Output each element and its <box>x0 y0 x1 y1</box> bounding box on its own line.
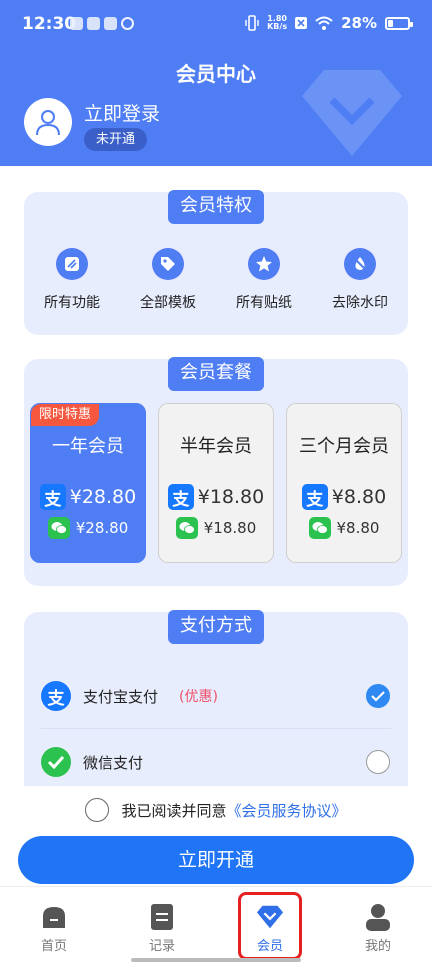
member-status-badge: 未开通 <box>84 128 148 151</box>
plan-card-half-year[interactable]: 半年会员 支 ¥18.80 ¥18.80 <box>158 403 274 563</box>
discount-hint: (优惠) <box>179 689 218 705</box>
alipay-icon: 支 <box>167 484 194 510</box>
login-link[interactable]: 立即登录 <box>84 99 160 126</box>
status-right: 1.80 KB/s 28% <box>245 14 413 32</box>
alipay-icon: 支 <box>41 681 71 711</box>
diamond-decoration-icon <box>302 70 402 156</box>
alipay-price: ¥18.80 <box>197 486 265 508</box>
wechat-price-row: ¥28.80 <box>31 517 145 539</box>
payment-option-alipay[interactable]: 支 支付宝支付 (优惠) <box>24 664 408 728</box>
agreement-link[interactable]: 《会员服务协议》 <box>227 800 347 821</box>
avatar[interactable] <box>24 98 72 146</box>
star-icon <box>248 248 280 280</box>
divider <box>41 728 391 729</box>
check-icon <box>371 691 385 702</box>
battery-percent: 28% <box>341 14 377 32</box>
header: 12:30 1.80 KB/s 28% 会员中心 立即登录 未开通 <box>0 0 432 166</box>
tab-label: 记录 <box>148 939 175 954</box>
payment-option-wechat[interactable]: 微信支付 <box>24 730 408 794</box>
tab-bar: 首页 记录 会员 我的 <box>0 886 432 964</box>
agreement-checkbox[interactable] <box>85 798 110 822</box>
wechat-price-row: ¥18.80 <box>159 517 273 539</box>
status-bar: 12:30 1.80 KB/s 28% <box>0 0 432 50</box>
tab-label: 首页 <box>40 939 67 954</box>
tag-icon <box>152 248 184 280</box>
alipay-price: ¥8.80 <box>331 486 387 508</box>
app-notification-icon <box>87 17 100 30</box>
member-tab-highlight <box>238 892 302 960</box>
wechat-icon <box>175 517 198 539</box>
plan-name: 三个月会员 <box>299 436 389 457</box>
privilege-label: 所有贴纸 <box>236 295 292 311</box>
tab-home[interactable]: 首页 <box>0 887 108 964</box>
alipay-price: ¥28.80 <box>69 486 137 508</box>
plan-name: 一年会员 <box>52 436 124 457</box>
privilege-item: 所有贴纸 <box>216 248 312 312</box>
privileges-title: 会员特权 <box>168 190 264 224</box>
agreement-text: 我已阅读并同意 <box>121 801 227 820</box>
promo-tag: 限时特惠 <box>31 404 100 426</box>
agreement-row: 我已阅读并同意 《会员服务协议》 <box>0 796 432 824</box>
privilege-item: 去除水印 <box>312 248 408 312</box>
plans-title: 会员套餐 <box>168 357 264 391</box>
payment-card: 支付方式 支 支付宝支付 (优惠) 微信支付 <box>24 610 408 812</box>
records-icon <box>148 903 176 931</box>
alipay-icon: 支 <box>301 484 328 510</box>
net-speed: 1.80 KB/s <box>267 14 288 31</box>
privilege-label: 去除水印 <box>332 295 388 311</box>
wifi-icon <box>315 16 333 30</box>
sync-icon <box>121 17 134 30</box>
wechat-price: ¥8.80 <box>336 519 380 537</box>
alipay-price-row: 支 ¥8.80 <box>287 484 401 510</box>
wechat-icon <box>308 517 331 539</box>
alipay-price-row: 支 ¥28.80 <box>31 484 145 510</box>
payment-title: 支付方式 <box>168 610 264 644</box>
status-time: 12:30 <box>22 14 77 34</box>
app-notification-icon <box>70 17 83 30</box>
wechat-price-row: ¥8.80 <box>287 517 401 539</box>
plans-card: 会员套餐 限时特惠 一年会员 支 ¥28.80 ¥28.80 半年会员 支 ¥1… <box>24 357 408 586</box>
open-membership-button[interactable]: 立即开通 <box>18 836 414 884</box>
payment-label: 支付宝支付 <box>83 687 159 706</box>
vibrate-icon <box>245 15 259 31</box>
home-indicator[interactable] <box>131 958 301 962</box>
tab-mine[interactable]: 我的 <box>324 887 432 964</box>
privilege-item: 全部模板 <box>120 248 216 312</box>
wechat-radio[interactable] <box>366 750 390 774</box>
privileges-list: 所有功能 全部模板 所有贴纸 去除水印 <box>24 248 408 312</box>
wechat-pay-icon <box>41 747 71 777</box>
battery-level <box>388 19 393 27</box>
privilege-label: 全部模板 <box>140 295 196 311</box>
tab-label: 我的 <box>364 939 391 954</box>
tab-records[interactable]: 记录 <box>108 887 216 964</box>
battery-icon <box>385 16 413 30</box>
alipay-icon: 支 <box>39 484 66 510</box>
profile-icon <box>364 903 392 931</box>
wechat-price: ¥28.80 <box>75 519 129 537</box>
app-notification-icon <box>104 17 117 30</box>
privileges-card: 会员特权 所有功能 全部模板 所有贴纸 去除水印 <box>24 190 408 335</box>
home-icon <box>40 903 68 931</box>
privilege-item: 所有功能 <box>24 248 120 312</box>
wechat-icon <box>47 517 70 539</box>
no-sim-icon <box>295 17 308 29</box>
function-icon <box>56 248 88 280</box>
alipay-radio[interactable] <box>366 684 390 708</box>
plan-card-three-months[interactable]: 三个月会员 支 ¥8.80 ¥8.80 <box>286 403 402 563</box>
no-watermark-icon <box>344 248 376 280</box>
payment-label: 微信支付 <box>83 753 144 772</box>
alipay-price-row: 支 ¥18.80 <box>159 484 273 510</box>
plan-name: 半年会员 <box>180 436 252 457</box>
user-icon <box>36 110 60 136</box>
wechat-price: ¥18.80 <box>203 519 257 537</box>
notification-icons <box>70 17 134 30</box>
plan-card-year[interactable]: 限时特惠 一年会员 支 ¥28.80 ¥28.80 <box>30 403 146 563</box>
privilege-label: 所有功能 <box>44 295 100 311</box>
